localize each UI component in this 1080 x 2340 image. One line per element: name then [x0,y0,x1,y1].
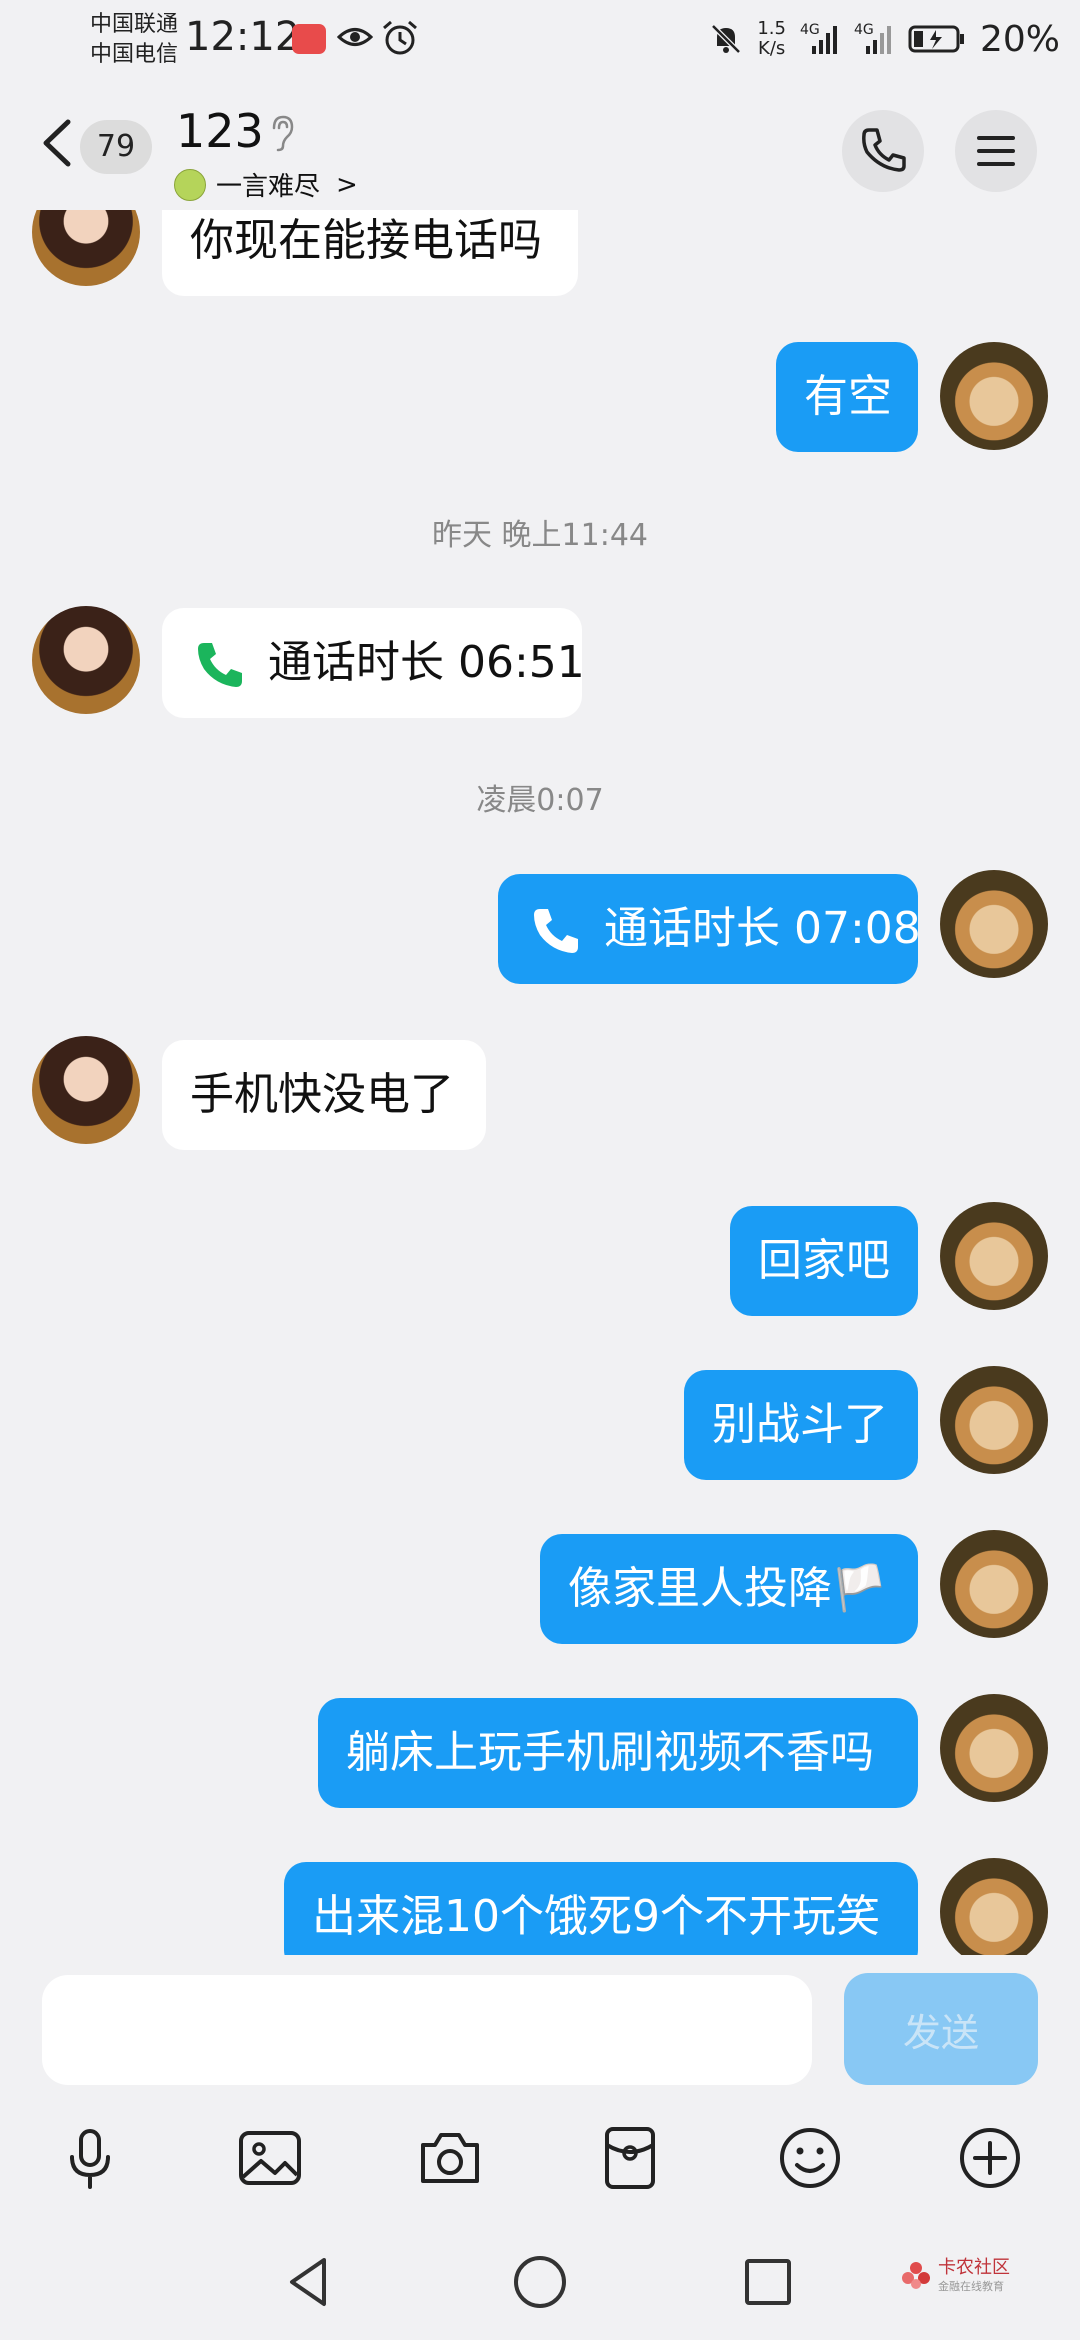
voice-call-button[interactable] [842,110,924,192]
contact-name[interactable]: 123 [176,104,264,158]
image-icon[interactable] [235,2123,305,2193]
my-avatar[interactable] [940,1694,1048,1802]
my-avatar[interactable] [940,1202,1048,1310]
camera-icon[interactable] [415,2123,485,2193]
message-list[interactable]: 你现在能接电话吗 有空 昨天 晚上11:44 通话时长 06:51 凌晨0:07… [0,210,1080,1955]
recents-square-icon[interactable] [738,2252,798,2312]
microphone-icon[interactable] [55,2123,125,2193]
signal-bars-icon [811,26,837,54]
net-speed-unit: K/s [758,38,786,59]
phone-call-icon [534,909,578,953]
ear-icon[interactable] [268,114,296,152]
call-duration: 通话时长 06:51 [268,637,585,688]
outgoing-message[interactable]: 像家里人投降🏳️ [540,1534,918,1644]
battery-percent: 20% [979,18,1060,60]
chat-header: 79 123 一言难尽 > [0,80,1080,210]
my-avatar[interactable] [940,1366,1048,1474]
net-speed-value: 1.5 [757,18,786,39]
call-duration: 通话时长 07:08 [604,903,921,954]
my-avatar[interactable] [940,1858,1048,1955]
signal-bars-icon [865,26,891,54]
status-clock: 12:12 [185,14,301,60]
incoming-message[interactable]: 你现在能接电话吗 [162,210,578,296]
status-bar: 中国联通 中国电信 12:12 1.5 K/s 4G 4G 20% [0,0,1080,80]
incoming-call-record[interactable]: 通话时长 06:51 [162,608,585,718]
chevron-right-icon: > [336,169,358,200]
contact-avatar[interactable] [32,1036,140,1144]
timestamp: 昨天 晚上11:44 [432,518,648,553]
outgoing-message[interactable]: 回家吧 [730,1206,918,1316]
composer-toolbar [0,2105,1080,2215]
hamburger-menu-icon [977,136,1015,166]
plus-icon[interactable] [955,2123,1025,2193]
phone-icon [862,128,906,172]
eye-icon [337,28,373,46]
composer: 发送 [0,1955,1080,2105]
carrier-unicom: 中国联通 [90,12,179,37]
carrier-telecom: 中国电信 [90,42,179,67]
watermark: 卡农社区 金融在线教育 [900,2258,1010,2294]
outgoing-call-record[interactable]: 通话时长 07:08 [498,874,921,984]
send-button[interactable]: 发送 [844,1973,1038,2085]
my-avatar[interactable] [940,1530,1048,1638]
back-triangle-icon[interactable] [280,2252,340,2312]
red-packet-icon[interactable] [595,2123,665,2193]
mute-bell-icon [711,24,742,54]
outgoing-message[interactable]: 有空 [776,342,918,452]
timestamp: 凌晨0:07 [476,783,604,818]
phone-call-icon [198,643,242,687]
signal-1: 4G [800,22,840,56]
system-navigation-bar: 卡农社区 金融在线教育 [0,2220,1080,2340]
menu-button[interactable] [955,110,1037,192]
alarm-icon [383,20,417,55]
emoji-icon[interactable] [775,2123,845,2193]
contact-avatar[interactable] [32,210,140,286]
carrier-labels: 中国联通 中国电信 [90,10,178,70]
incoming-message[interactable]: 手机快没电了 [162,1040,486,1150]
battery-icon [908,25,964,53]
outgoing-message[interactable]: 出来混10个饿死9个不开玩笑 [284,1862,918,1955]
outgoing-message[interactable]: 别战斗了 [684,1370,918,1480]
my-avatar[interactable] [940,870,1048,978]
watermark-title: 卡农社区 [938,2257,1010,2278]
signal-2: 4G [854,22,894,56]
my-avatar[interactable] [940,342,1048,450]
app-notification-icon [292,24,326,54]
message-input[interactable] [42,1975,812,2085]
back-chevron-icon[interactable] [36,118,76,168]
status-mood[interactable]: 一言难尽 > [174,166,358,203]
contact-avatar[interactable] [32,606,140,714]
unread-count-badge[interactable]: 79 [80,120,152,174]
mood-face-icon [174,168,206,201]
net-speed: 1.5 K/s [757,19,786,59]
outgoing-message[interactable]: 躺床上玩手机刷视频不香吗 [318,1698,918,1808]
flower-logo-icon [902,2262,930,2289]
watermark-subtitle: 金融在线教育 [938,2280,1004,2293]
home-circle-icon[interactable] [510,2252,570,2312]
mood-text: 一言难尽 [216,172,321,202]
